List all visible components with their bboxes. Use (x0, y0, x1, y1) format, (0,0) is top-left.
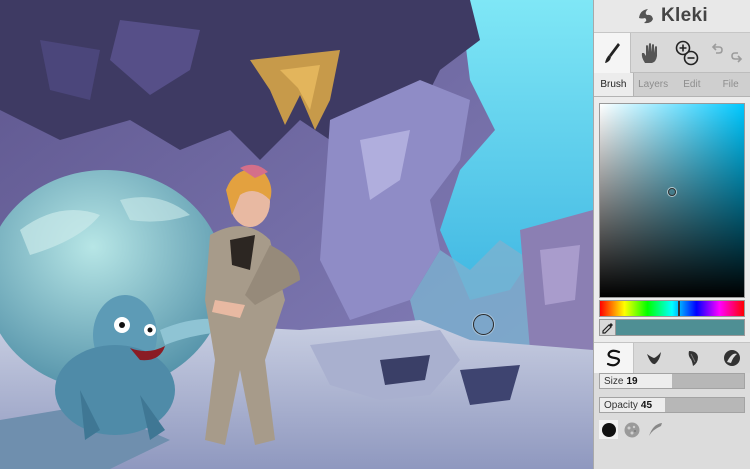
pixel-brush-icon (723, 350, 740, 366)
pixel-brush-button[interactable] (712, 343, 750, 373)
saturation-value-field[interactable] (599, 103, 745, 298)
circle-shape-button[interactable] (599, 420, 618, 439)
tab-brush[interactable]: Brush (594, 73, 634, 96)
undo-redo-group (705, 33, 748, 73)
eyedropper-icon (601, 322, 613, 334)
pen-brush-icon (606, 349, 620, 367)
tab-file[interactable]: File (711, 73, 750, 96)
kleki-logo-icon (639, 9, 654, 24)
blend-brush-button[interactable] (634, 343, 673, 373)
zoom-icon (675, 40, 698, 65)
blend-brush-icon (646, 352, 661, 365)
brush-cursor (473, 314, 494, 335)
saturation-value-marker[interactable] (668, 188, 676, 196)
brush-settings: Size 19 Opacity 45 (594, 373, 750, 469)
kleki-app: Kleki Brush Layers Edit File Size 19 Opa… (0, 0, 750, 469)
tool-bar (594, 32, 750, 73)
drawing-canvas[interactable] (0, 0, 593, 469)
current-color-swatch[interactable] (615, 319, 745, 336)
tab-layers[interactable]: Layers (634, 73, 673, 96)
hue-marker[interactable] (677, 301, 680, 316)
pen-brush-button[interactable] (594, 343, 634, 373)
sketchy-brush-button[interactable] (673, 343, 712, 373)
brush-tool-button[interactable] (594, 32, 631, 73)
size-slider[interactable]: Size 19 (599, 373, 745, 389)
chalk-shape-icon (624, 422, 639, 437)
opacity-label: Opacity (604, 400, 638, 411)
calligraphy-shape-icon (648, 422, 662, 436)
brush-shape-selector (599, 420, 664, 439)
hue-slider[interactable] (599, 300, 745, 317)
opacity-readout: Opacity 45 (604, 400, 652, 411)
size-readout: Size 19 (604, 376, 638, 387)
app-brand: Kleki (594, 0, 750, 33)
painting (0, 0, 593, 469)
color-picker (594, 97, 750, 373)
sketchy-brush-icon (688, 351, 698, 366)
eyedropper-button[interactable] (599, 319, 615, 336)
tab-edit[interactable]: Edit (673, 73, 712, 96)
size-label: Size (604, 376, 624, 387)
zoom-tool-button[interactable] (668, 33, 705, 73)
opacity-value: 45 (640, 400, 653, 411)
calligraphy-shape-button[interactable] (645, 420, 664, 439)
side-panel: Kleki Brush Layers Edit File Size 19 Opa… (593, 0, 750, 469)
panel-tabs: Brush Layers Edit File (594, 73, 750, 97)
hand-icon (641, 42, 657, 63)
app-name: Kleki (661, 5, 708, 26)
hand-tool-button[interactable] (631, 33, 668, 73)
circle-shape-icon (601, 422, 616, 437)
chalk-shape-button[interactable] (622, 420, 641, 439)
redo-icon[interactable] (730, 40, 744, 66)
brush-icon (605, 42, 620, 63)
size-value: 19 (626, 376, 638, 387)
undo-icon[interactable] (710, 40, 724, 66)
opacity-slider[interactable]: Opacity 45 (599, 397, 745, 413)
brush-type-bar (594, 342, 750, 373)
current-color-row (599, 319, 745, 336)
